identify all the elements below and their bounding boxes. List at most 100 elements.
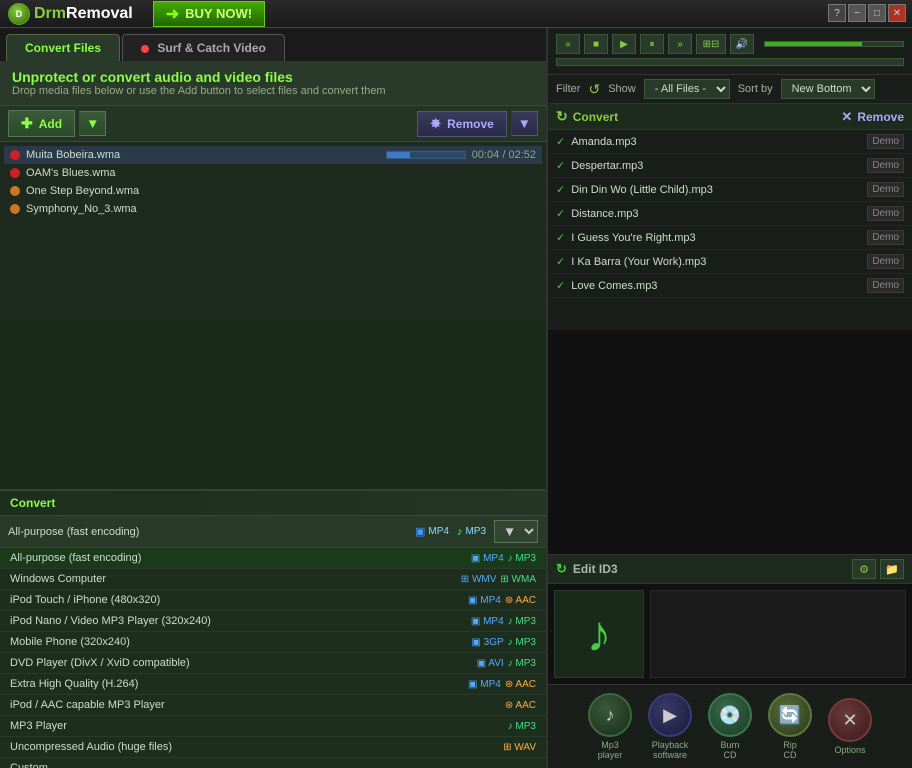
rip-cd-button[interactable]: 🔄 RipCD — [768, 693, 812, 760]
minimize-button[interactable]: − — [848, 4, 866, 22]
pause-button[interactable]: ⏸ — [640, 34, 664, 54]
table-row[interactable]: Symphony_No_3.wma — [4, 200, 542, 218]
file-name: OAM's Blues.wma — [26, 167, 536, 179]
buy-now-button[interactable]: ➜ BUY NOW! — [153, 1, 265, 27]
convert-section: Convert All-purpose (fast encoding) ▣ MP… — [0, 489, 546, 768]
burn-cd-button[interactable]: 💿 BurnCD — [708, 693, 752, 760]
table-row[interactable]: Muita Bobeira.wma 00:04 / 02:52 — [4, 146, 542, 164]
sort-label: Sort by — [738, 83, 773, 95]
list-item[interactable]: MP3 Player ♪ MP3 — [0, 716, 546, 737]
remove-button[interactable]: ✸ Remove — [417, 111, 507, 137]
list-item[interactable]: ✓ I Ka Barra (Your Work).mp3 Demo — [548, 250, 912, 274]
list-item[interactable]: Custom... — [0, 758, 546, 768]
list-item[interactable]: Extra High Quality (H.264) ▣ MP4 ⊛ AAC — [0, 674, 546, 695]
list-item[interactable]: Mobile Phone (320x240) ▣ 3GP ♪ MP3 — [0, 632, 546, 653]
preset-list: All-purpose (fast encoding) ▣ MP4 ♪ MP3 … — [0, 548, 546, 768]
media-name: Love Comes.mp3 — [571, 280, 861, 292]
tab-convert-files[interactable]: Convert Files — [6, 34, 120, 61]
volume-bar[interactable] — [764, 41, 904, 47]
rewind-button[interactable]: « — [556, 34, 580, 54]
filter-select[interactable]: - All Files - — [644, 79, 730, 99]
list-item[interactable]: ✓ Love Comes.mp3 Demo — [548, 274, 912, 298]
check-icon: ✓ — [556, 183, 565, 196]
media-badge: Demo — [867, 182, 904, 197]
mp3-player-button[interactable]: ♪ Mp3player — [588, 693, 632, 760]
remove-dropdown-button[interactable]: ▼ — [511, 111, 538, 136]
id3-icon: ↻ — [556, 561, 567, 577]
file-status-icon — [10, 204, 20, 214]
media-name: Amanda.mp3 — [571, 136, 861, 148]
list-item[interactable]: ✓ Distance.mp3 Demo — [548, 202, 912, 226]
id3-actions: ⚙ 📁 — [852, 559, 904, 579]
refresh-icon[interactable]: ↺ — [588, 81, 600, 98]
id3-folder-button[interactable]: 📁 — [880, 559, 904, 579]
player-controls: « ■ ▶ ⏸ » ⊞⊟ 🔊 — [556, 34, 904, 54]
file-name: One Step Beyond.wma — [26, 185, 536, 197]
sort-select[interactable]: New Bottom — [781, 79, 875, 99]
list-item[interactable]: DVD Player (DivX / XviD compatible) ▣ AV… — [0, 653, 546, 674]
list-item[interactable]: Windows Computer ⊞ WMV ⊞ WMA — [0, 569, 546, 590]
extra-button[interactable]: ⊞⊟ — [696, 34, 726, 54]
preset-label: All-purpose (fast encoding) — [8, 526, 407, 538]
player-progress[interactable] — [556, 58, 904, 66]
logo-icon: D — [8, 3, 30, 25]
window-controls: ? − □ ✕ — [828, 4, 906, 22]
convert-header-title: Unprotect or convert audio and video fil… — [12, 69, 534, 85]
mute-button[interactable]: 🔊 — [730, 34, 754, 54]
list-item[interactable]: ✓ I Guess You're Right.mp3 Demo — [548, 226, 912, 250]
list-item[interactable]: ✓ Despertar.mp3 Demo — [548, 154, 912, 178]
filter-label: Filter — [556, 83, 580, 95]
file-list: Muita Bobeira.wma 00:04 / 02:52 OAM's Bl… — [0, 142, 546, 320]
check-icon: ✓ — [556, 279, 565, 292]
media-badge: Demo — [867, 134, 904, 149]
add-dropdown-button[interactable]: ▼ — [79, 111, 106, 136]
tab-surf-catch[interactable]: Surf & Catch Video — [122, 34, 285, 61]
check-icon: ✓ — [556, 255, 565, 268]
options-icon: ✕ — [828, 698, 872, 742]
maximize-button[interactable]: □ — [868, 4, 886, 22]
convert-header-subtitle: Drop media files below or use the Add bu… — [12, 85, 534, 97]
right-remove-button[interactable]: ✕ Remove — [841, 109, 904, 125]
list-item[interactable]: iPod Nano / Video MP3 Player (320x240) ▣… — [0, 611, 546, 632]
remove-x-icon: ✕ — [841, 109, 852, 125]
list-item[interactable]: Uncompressed Audio (huge files) ⊞ WAV — [0, 737, 546, 758]
mp4-icon: ▣ — [415, 525, 425, 538]
help-button[interactable]: ? — [828, 4, 846, 22]
list-item[interactable]: ✓ Din Din Wo (Little Child).mp3 Demo — [548, 178, 912, 202]
show-label: Show — [608, 83, 636, 95]
list-item[interactable]: ✓ Amanda.mp3 Demo — [548, 130, 912, 154]
list-item[interactable]: All-purpose (fast encoding) ▣ MP4 ♪ MP3 — [0, 548, 546, 569]
convert-header: Unprotect or convert audio and video fil… — [0, 61, 546, 106]
rip-cd-icon: 🔄 — [768, 693, 812, 737]
add-button[interactable]: ✚ Add — [8, 110, 75, 137]
burn-cd-icon: 💿 — [708, 693, 752, 737]
right-convert-button[interactable]: ↻ Convert — [556, 108, 618, 125]
list-item[interactable]: iPod / AAC capable MP3 Player ⊛ AAC — [0, 695, 546, 716]
app-title: DrmRemoval — [34, 5, 133, 23]
volume-fill — [765, 42, 862, 46]
forward-button[interactable]: » — [668, 34, 692, 54]
album-art: ♪ — [554, 590, 644, 678]
play-button[interactable]: ▶ — [612, 34, 636, 54]
bottom-toolbar: ♪ Mp3player ▶ Playbacksoftware 💿 BurnCD … — [548, 684, 912, 768]
close-button[interactable]: ✕ — [888, 4, 906, 22]
media-name: Distance.mp3 — [571, 208, 861, 220]
file-status-icon — [10, 150, 20, 160]
playback-software-button[interactable]: ▶ Playbacksoftware — [648, 693, 692, 760]
left-panel: Convert Files Surf & Catch Video Unprote… — [0, 28, 548, 768]
player-bar: « ■ ▶ ⏸ » ⊞⊟ 🔊 — [548, 28, 912, 75]
preset-dropdown[interactable]: ▼ — [494, 520, 538, 543]
table-row[interactable]: OAM's Blues.wma — [4, 164, 542, 182]
table-row[interactable]: One Step Beyond.wma — [4, 182, 542, 200]
media-name: Despertar.mp3 — [571, 160, 861, 172]
options-button[interactable]: ✕ Options — [828, 698, 872, 755]
media-badge: Demo — [867, 230, 904, 245]
convert-icon: ↻ — [556, 108, 568, 125]
media-badge: Demo — [867, 254, 904, 269]
app-logo: D DrmRemoval — [8, 3, 133, 25]
id3-settings-button[interactable]: ⚙ — [852, 559, 876, 579]
tab-dot-icon — [141, 45, 149, 53]
media-name: I Guess You're Right.mp3 — [571, 232, 861, 244]
list-item[interactable]: iPod Touch / iPhone (480x320) ▣ MP4 ⊛ AA… — [0, 590, 546, 611]
stop-button[interactable]: ■ — [584, 34, 608, 54]
